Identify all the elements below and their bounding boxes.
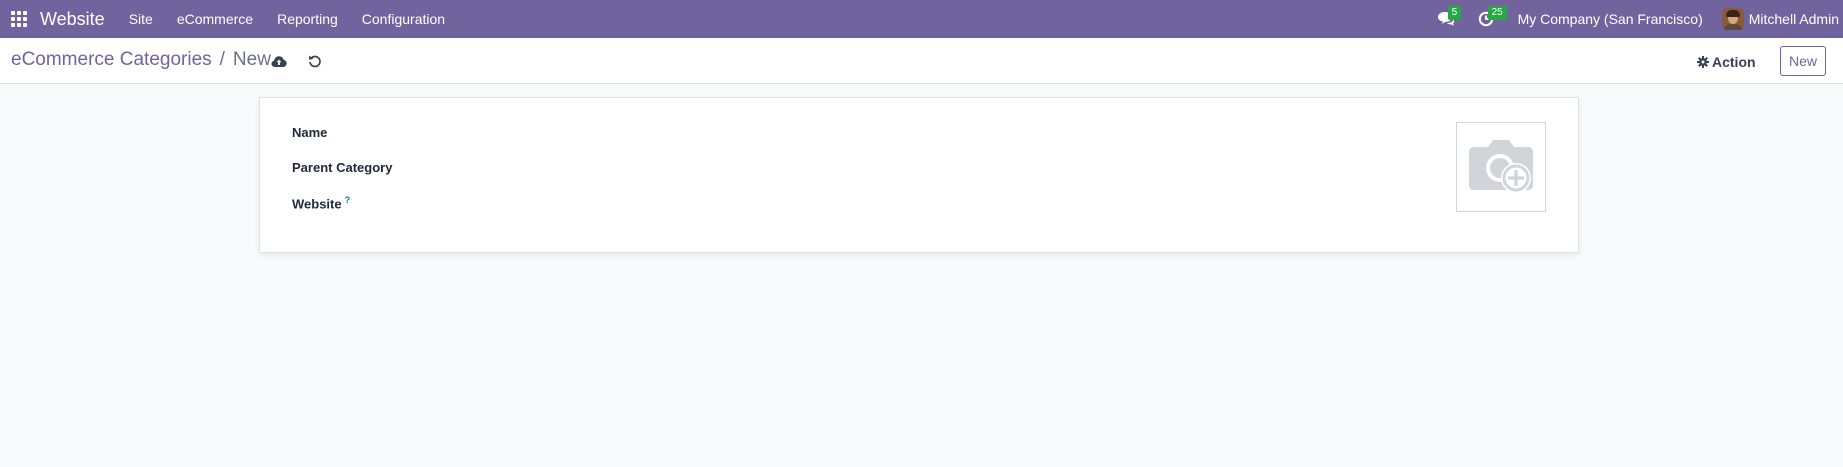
parent-category-field[interactable] xyxy=(440,157,1440,179)
parent-category-field-label: Parent Category xyxy=(292,160,393,175)
breadcrumb-parent-link[interactable]: eCommerce Categories xyxy=(11,49,212,71)
name-field[interactable] xyxy=(440,122,1440,144)
breadcrumb: eCommerce Categories / New xyxy=(11,49,271,71)
activities-badge: 25 xyxy=(1487,6,1507,20)
menu-item-configuration[interactable]: Configuration xyxy=(350,0,457,38)
camera-plus-icon xyxy=(1469,140,1533,193)
name-field-label: Name xyxy=(292,125,328,140)
website-help-tooltip[interactable]: ? xyxy=(345,195,351,205)
app-name[interactable]: Website xyxy=(40,9,105,30)
breadcrumb-current: New xyxy=(232,49,271,70)
save-button[interactable] xyxy=(270,52,288,70)
website-field[interactable] xyxy=(440,192,1440,214)
form-sheet: Name Parent Category Website? xyxy=(259,97,1579,253)
menu-item-site[interactable]: Site xyxy=(117,0,165,38)
control-panel: eCommerce Categories / New Action New xyxy=(0,38,1843,84)
user-menu[interactable]: Mitchell Admin xyxy=(1721,8,1839,30)
menu-item-reporting[interactable]: Reporting xyxy=(265,0,350,38)
navbar-systray: 5 25 My Company (San Francisco) Mitchell… xyxy=(1426,0,1843,38)
top-navbar: Website Site eCommerce Reporting Configu… xyxy=(0,0,1843,38)
company-switcher[interactable]: My Company (San Francisco) xyxy=(1506,11,1722,27)
website-field-label: Website? xyxy=(292,195,350,211)
new-button[interactable]: New xyxy=(1780,46,1826,76)
undo-icon xyxy=(309,55,321,68)
breadcrumb-separator: / xyxy=(219,49,225,70)
avatar xyxy=(1721,8,1744,30)
discard-button[interactable] xyxy=(306,52,324,70)
apps-menu-button[interactable] xyxy=(0,0,38,38)
category-image-upload[interactable] xyxy=(1456,122,1546,212)
user-name: Mitchell Admin xyxy=(1748,11,1839,27)
action-label: Action xyxy=(1712,53,1756,70)
action-menu-button[interactable]: Action xyxy=(1697,47,1756,76)
messages-badge: 5 xyxy=(1447,6,1462,20)
activities-button[interactable]: 25 xyxy=(1466,0,1507,38)
website-label-text: Website xyxy=(292,196,342,212)
apps-grid-icon xyxy=(11,11,27,27)
gear-icon xyxy=(1697,55,1709,68)
messages-button[interactable]: 5 xyxy=(1426,0,1466,38)
cloud-upload-icon xyxy=(271,55,287,67)
menu-item-ecommerce[interactable]: eCommerce xyxy=(165,0,265,38)
